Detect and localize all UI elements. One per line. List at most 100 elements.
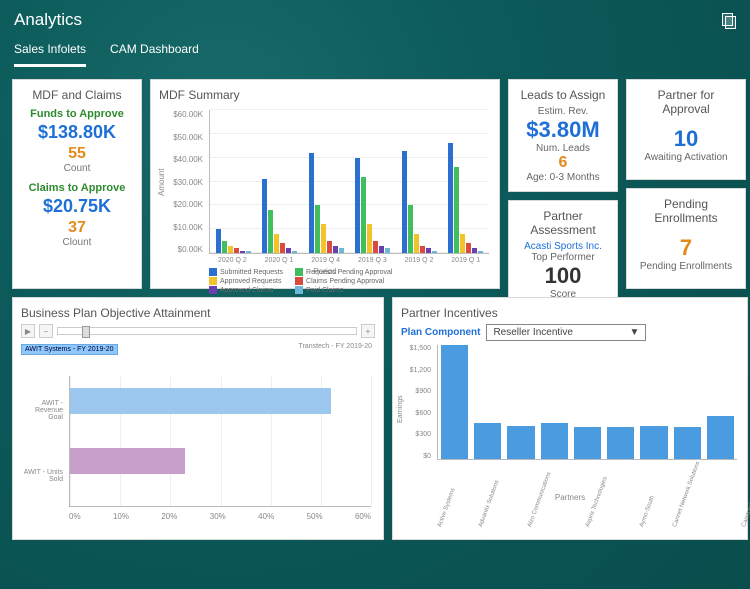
card-title: Partner for Approval — [635, 88, 737, 116]
card-title: Partner Assessment — [517, 209, 609, 237]
bar[interactable] — [441, 345, 468, 459]
bar[interactable] — [408, 205, 413, 253]
estim-rev-value[interactable]: $3.80M — [517, 117, 609, 143]
bar[interactable] — [367, 224, 372, 253]
bar[interactable] — [321, 224, 326, 253]
bar[interactable] — [402, 151, 407, 253]
bp-chart: AWIT - Revenue Goal AWIT - Units Sold 0%… — [21, 356, 375, 531]
bar[interactable] — [432, 251, 437, 253]
card-mdf-summary: MDF Summary Amount $60.00K $50.00K $40.0… — [150, 79, 500, 289]
bar[interactable] — [707, 416, 734, 459]
play-icon[interactable]: ▶ — [21, 324, 35, 338]
bar[interactable] — [454, 167, 459, 253]
x-tick: 2020 Q 1 — [256, 257, 303, 264]
bar[interactable] — [541, 423, 568, 459]
claims-count-label: Clount — [21, 237, 133, 248]
x-tick: 2019 Q 3 — [349, 257, 396, 264]
bar[interactable] — [472, 248, 477, 253]
bar[interactable] — [574, 427, 601, 459]
bar[interactable] — [240, 251, 245, 253]
bar[interactable] — [286, 248, 291, 253]
top-performer-label: Top Performer — [517, 252, 609, 263]
bar[interactable] — [361, 177, 366, 253]
bar[interactable] — [262, 179, 267, 253]
minus-icon[interactable]: − — [39, 324, 53, 338]
x-tick: Advantix Solutions — [478, 480, 501, 528]
bar[interactable] — [426, 248, 431, 253]
bar[interactable] — [216, 229, 221, 253]
bar[interactable] — [448, 143, 453, 253]
hbar[interactable] — [70, 388, 331, 414]
card-leads-assign: Leads to Assign Estim. Rev. $3.80M Num. … — [508, 79, 618, 192]
card-title: Pending Enrollments — [635, 197, 737, 225]
plan-component-label: Plan Component — [401, 327, 480, 338]
funds-approve-value[interactable]: $138.80K — [21, 122, 133, 143]
bar[interactable] — [222, 241, 227, 253]
num-leads-value: 6 — [517, 154, 609, 172]
claims-count: 37 — [21, 219, 133, 237]
card-title: Partner Incentives — [401, 306, 739, 320]
x-tick: 2020 Q 2 — [209, 257, 256, 264]
x-axis-title: Partners — [401, 493, 739, 502]
bar[interactable] — [339, 248, 344, 253]
bar[interactable] — [466, 243, 471, 253]
bar[interactable] — [640, 426, 667, 459]
x-tick: Caretrack Consulting, Ltd. — [741, 461, 750, 528]
bar[interactable] — [309, 153, 314, 253]
legend-item: Paid Claims — [295, 286, 392, 294]
bp-slider[interactable] — [57, 327, 357, 335]
partner-approval-sub: Awaiting Activation — [635, 152, 737, 163]
claims-approve-value[interactable]: $20.75K — [21, 196, 133, 217]
y-tick: $600 — [401, 410, 431, 417]
funds-approve-label: Funds to Approve — [21, 108, 133, 120]
legend-item: Submitted Requests — [209, 268, 283, 276]
bar[interactable] — [333, 246, 338, 253]
partner-link[interactable]: Acasti Sports Inc. — [517, 241, 609, 252]
bar[interactable] — [234, 248, 239, 253]
x-tick: 30% — [210, 512, 226, 521]
bar[interactable] — [280, 243, 285, 253]
plus-icon[interactable]: + — [361, 324, 375, 338]
bar[interactable] — [228, 246, 233, 253]
bar[interactable] — [292, 251, 297, 253]
bar[interactable] — [607, 427, 634, 459]
pending-enrollments-value[interactable]: 7 — [635, 235, 737, 261]
legend-item: Claims Pending Approval — [295, 277, 392, 285]
claims-approve-label: Claims to Approve — [21, 182, 133, 194]
x-tick: 2019 Q 2 — [396, 257, 443, 264]
bp-toolbar: ▶ − + — [21, 324, 375, 338]
bar[interactable] — [507, 426, 534, 459]
copy-icon[interactable] — [722, 13, 736, 27]
card-pending-enrollments: Pending Enrollments 7 Pending Enrollment… — [626, 188, 746, 289]
bar[interactable] — [460, 234, 465, 253]
pending-enrollments-sub: Pending Enrollments — [635, 261, 737, 272]
bar[interactable] — [274, 234, 279, 253]
bp-tag-left[interactable]: AWIT Systems - FY 2019-20 — [21, 344, 118, 355]
bar[interactable] — [478, 251, 483, 253]
bar[interactable] — [246, 251, 251, 253]
partner-approval-value[interactable]: 10 — [635, 126, 737, 152]
card-partner-approval: Partner for Approval 10 Awaiting Activat… — [626, 79, 746, 180]
tabs: Sales Infolets CAM Dashboard — [14, 36, 736, 67]
card-business-plan: Business Plan Objective Attainment ▶ − +… — [12, 297, 384, 540]
bar[interactable] — [268, 210, 273, 253]
bar[interactable] — [315, 205, 320, 253]
bar[interactable] — [420, 246, 425, 253]
tab-cam-dashboard[interactable]: CAM Dashboard — [110, 36, 199, 67]
x-tick: 2019 Q 1 — [442, 257, 489, 264]
y-tick: $0 — [401, 453, 431, 460]
hbar[interactable] — [70, 448, 185, 474]
bar[interactable] — [373, 241, 378, 253]
bar[interactable] — [385, 248, 390, 253]
y-tick: $1,200 — [401, 367, 431, 374]
bar[interactable] — [474, 423, 501, 459]
tab-sales-infolets[interactable]: Sales Infolets — [14, 36, 86, 67]
plan-component-select[interactable]: Reseller Incentive ▼ — [486, 324, 646, 341]
bar[interactable] — [674, 427, 701, 459]
bar[interactable] — [355, 158, 360, 253]
bp-tag-right: Transtech - FY 2019-20 — [295, 342, 375, 351]
card-title: MDF and Claims — [21, 88, 133, 102]
bar[interactable] — [414, 234, 419, 253]
bar[interactable] — [327, 241, 332, 253]
bar[interactable] — [379, 246, 384, 253]
